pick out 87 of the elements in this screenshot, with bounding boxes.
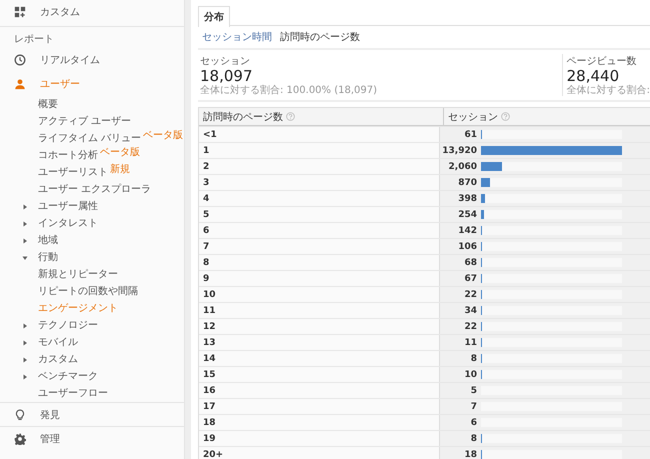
tab[interactable]: 訪問時のページ数 [280, 30, 360, 44]
nav-item[interactable]: 概要 [0, 96, 184, 113]
tab[interactable]: 分布 [198, 6, 230, 27]
nav-item[interactable]: コホート分析 [0, 147, 100, 164]
table-cell-text: 22 [463, 290, 477, 300]
lightbulb-icon [14, 408, 26, 420]
table-cell: 10 [199, 287, 440, 302]
tag-label: ベータ版 [100, 147, 140, 158]
metric-note: 全体に対する割合: 100.00% (18,097) [200, 85, 378, 96]
table-cell: <1 [199, 127, 440, 142]
clock-icon [14, 54, 26, 66]
metric-label: セッション [200, 55, 251, 68]
table-cell-text: 106 [457, 242, 477, 252]
table-cell-text: 2,060 [448, 162, 477, 172]
help-icon[interactable] [286, 112, 295, 121]
nav-item[interactable]: インタレスト [0, 215, 184, 232]
table-cell: 20+ [199, 447, 440, 459]
nav-item[interactable]: 発見 [0, 402, 184, 426]
table-cell-text: 13,920 [441, 146, 477, 156]
person-icon [14, 78, 26, 90]
nav-item[interactable]: 地域 [0, 232, 184, 249]
table-cell: 2 [199, 159, 440, 174]
metric-value: 28,440 [566, 68, 620, 85]
table-cell: 3 [199, 175, 440, 190]
table-cell: 16 [199, 383, 440, 398]
gear-icon [14, 432, 26, 444]
table-cell-text: 10 [463, 370, 477, 380]
nav-item[interactable]: ユーザー エクスプローラ [0, 181, 184, 198]
table-cell: 5 [199, 207, 440, 222]
column-header[interactable]: セッション [444, 108, 650, 125]
table-cell-text: 22 [463, 322, 477, 332]
table-cell: 6 [199, 223, 440, 238]
metric-note: 全体に対する割合: [566, 85, 650, 96]
nav-item[interactable]: リピートの回数や間隔 [0, 283, 184, 300]
nav-item[interactable]: ライフタイム バリュー [0, 130, 144, 147]
table-cell-text: 7 [470, 402, 477, 412]
help-icon[interactable] [501, 112, 510, 121]
table-cell-text: 8 [470, 434, 477, 444]
table-cell: 12 [199, 319, 440, 334]
nav-item[interactable]: カスタム [0, 0, 184, 24]
metric-value: 18,097 [200, 68, 254, 85]
nav-item[interactable]: ベンチマーク [0, 368, 184, 385]
table-cell-text: 68 [463, 258, 477, 268]
section-heading: レポート [13, 33, 55, 47]
table-cell-text: 61 [463, 130, 477, 140]
table-cell: 7 [199, 239, 440, 254]
nav-item[interactable]: テクノロジー [0, 317, 184, 334]
table-cell-text: 254 [457, 210, 477, 220]
table-cell-text: 67 [463, 274, 477, 284]
nav-item[interactable]: ユーザーリスト [0, 164, 110, 181]
table-cell: 17 [199, 399, 440, 414]
metric-label: ページビュー数 [566, 55, 638, 68]
tag-label: 新規 [110, 164, 130, 175]
tag-label: ベータ版 [143, 130, 184, 141]
column-header[interactable]: 訪問時のページ数 [199, 108, 444, 125]
table-cell: 1 [199, 143, 440, 158]
table-cell-text: 870 [457, 178, 477, 188]
nav-item[interactable]: 行動 [0, 249, 184, 266]
nav-item[interactable]: ユーザー属性 [0, 198, 184, 215]
table-cell: 14 [199, 351, 440, 366]
table-cell-text: 5 [470, 386, 477, 396]
nav-item[interactable]: 新規とリピーター [0, 266, 184, 283]
table-cell: 13 [199, 335, 440, 350]
table-cell-text: 6 [470, 418, 477, 428]
header-text: 訪問時のページ数 [203, 110, 283, 124]
table-cell: 4 [199, 191, 440, 206]
nav-item[interactable]: ユーザーフロー [0, 385, 184, 402]
link[interactable]: セッション時間 [202, 30, 272, 44]
table-cell-text: 18 [463, 450, 477, 459]
table-cell-text: 11 [463, 338, 477, 348]
table-cell-text: 398 [457, 194, 477, 204]
table-cell-text: 34 [463, 306, 477, 316]
nav-item[interactable]: カスタム [0, 351, 184, 368]
table-cell: 8 [199, 255, 440, 270]
table-cell-text: 142 [457, 226, 477, 236]
header-text: セッション [448, 110, 498, 124]
grid-icon [14, 6, 26, 18]
table-cell: 19 [199, 431, 440, 446]
nav-item[interactable]: リアルタイム [0, 48, 184, 72]
nav-item[interactable]: 管理 [0, 426, 184, 450]
table-cell: 11 [199, 303, 440, 318]
nav-item[interactable]: アクティブ ユーザー [0, 113, 184, 130]
table-cell-text: 8 [470, 354, 477, 364]
table-cell: 9 [199, 271, 440, 286]
table-cell: 15 [199, 367, 440, 382]
nav-item[interactable]: モバイル [0, 334, 184, 351]
table-cell: 18 [199, 415, 440, 430]
